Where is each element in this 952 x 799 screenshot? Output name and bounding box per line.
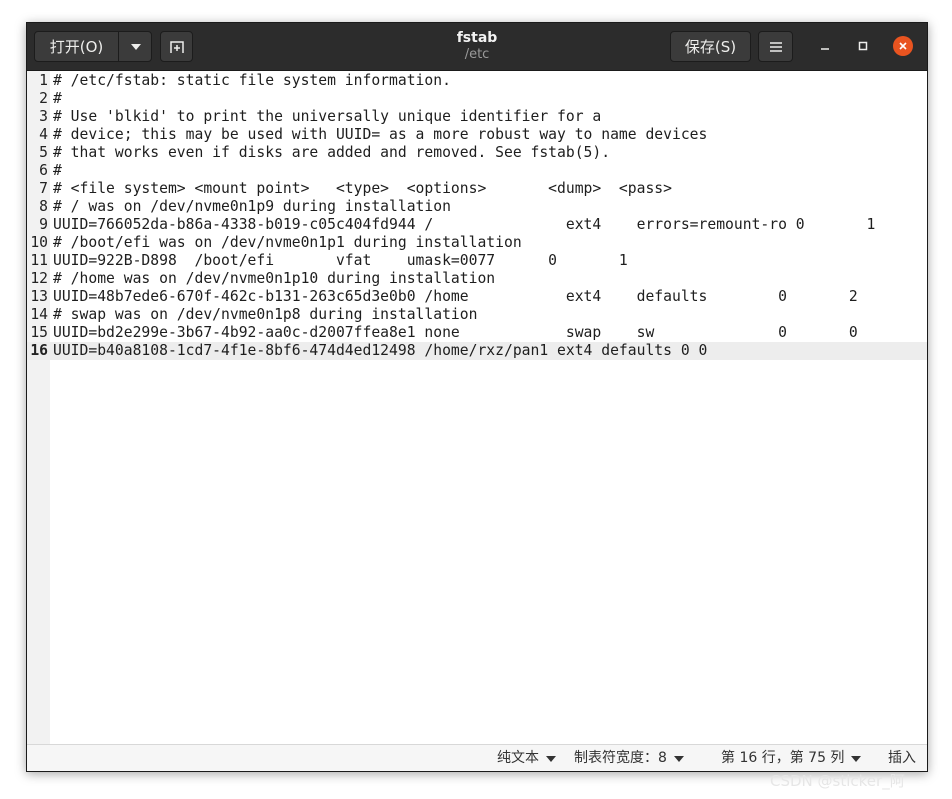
window-subtitle: /etc xyxy=(464,47,490,62)
editor-line[interactable]: 3 # Use 'blkid' to print the universally … xyxy=(27,108,927,126)
line-text: # / was on /dev/nvme0n1p9 during install… xyxy=(53,198,451,215)
line-number: 8 xyxy=(39,198,48,215)
tab-width-label: 制表符宽度：8 xyxy=(574,750,667,766)
line-text: # /boot/efi was on /dev/nvme0n1p1 during… xyxy=(53,234,522,251)
cursor-position-label: 第 16 行，第 75 列 xyxy=(721,750,845,766)
line-number: 14 xyxy=(30,306,48,323)
line-text: # <file system> <mount point> <type> <op… xyxy=(53,180,672,197)
close-button[interactable] xyxy=(893,36,913,56)
line-number: 5 xyxy=(39,144,48,161)
editor-line[interactable]: 5 # that works even if disks are added an… xyxy=(27,144,927,162)
line-number: 3 xyxy=(39,108,48,125)
window-title: fstab xyxy=(456,30,498,46)
editor-line[interactable]: 2 # xyxy=(27,90,927,108)
line-text: # that works even if disks are added and… xyxy=(53,144,611,161)
editor-line[interactable]: 15 UUID=bd2e299e-3b67-4b92-aa0c-d2007ffea… xyxy=(27,324,927,342)
chevron-down-icon xyxy=(130,43,141,50)
chevron-down-icon xyxy=(851,755,862,762)
line-text: UUID=b40a8108-1cd7-4f1e-8bf6-474d4ed1249… xyxy=(53,342,708,359)
maximize-icon xyxy=(858,41,868,51)
new-tab-icon xyxy=(169,40,184,53)
editor-line[interactable]: 4 # device; this may be used with UUID= a… xyxy=(27,126,927,144)
line-number: 15 xyxy=(30,324,48,341)
insert-mode-label: 插入 xyxy=(888,750,916,766)
editor-line[interactable]: 13 UUID=48b7ede6-670f-462c-b131-263c65d3e… xyxy=(27,288,927,306)
text-editor-area[interactable]: 1 # /etc/fstab: static file system inform… xyxy=(27,71,927,744)
line-number: 11 xyxy=(30,252,48,269)
editor-line[interactable]: 1 # /etc/fstab: static file system inform… xyxy=(27,72,927,90)
editor-line[interactable]: 7 # <file system> <mount point> <type> <o… xyxy=(27,180,927,198)
tab-width-selector[interactable]: 制表符宽度：8 xyxy=(574,745,684,771)
line-text: # /etc/fstab: static file system informa… xyxy=(53,72,451,89)
editor-line[interactable]: 12 # /home was on /dev/nvme0n1p10 during … xyxy=(27,270,927,288)
line-text: # xyxy=(53,90,62,107)
line-text: # /home was on /dev/nvme0n1p10 during in… xyxy=(53,270,496,287)
line-text: # device; this may be used with UUID= as… xyxy=(53,126,708,143)
line-text: UUID=922B-D898 /boot/efi vfat umask=0077… xyxy=(53,252,628,269)
line-number: 12 xyxy=(30,270,48,287)
open-button-group: 打开(O) xyxy=(34,31,152,62)
status-bar: 纯文本 制表符宽度：8 第 16 行，第 75 列 插入 xyxy=(27,744,927,771)
line-text: # Use 'blkid' to print the universally u… xyxy=(53,108,602,125)
hamburger-menu-icon xyxy=(769,41,782,52)
insert-mode-indicator[interactable]: 插入 xyxy=(888,745,916,771)
minimize-button[interactable] xyxy=(815,36,835,56)
header-bar: 打开(O) fstab /etc 保存(S) xyxy=(27,23,927,71)
line-number: 7 xyxy=(39,180,48,197)
editor-line[interactable]: 16 UUID=b40a8108-1cd7-4f1e-8bf6-474d4ed12… xyxy=(27,342,927,360)
cursor-position-selector[interactable]: 第 16 行，第 75 列 xyxy=(721,745,862,771)
editor-line[interactable]: 14 # swap was on /dev/nvme0n1p8 during in… xyxy=(27,306,927,324)
line-text: UUID=766052da-b86a-4338-b019-c05c404fd94… xyxy=(53,216,876,233)
open-dropdown-button[interactable] xyxy=(119,32,152,61)
line-number: 16 xyxy=(30,342,48,359)
editor-line[interactable]: 8 # / was on /dev/nvme0n1p9 during instal… xyxy=(27,198,927,216)
language-label: 纯文本 xyxy=(497,750,539,766)
chevron-down-icon xyxy=(673,755,684,762)
editor-line[interactable]: 6 # xyxy=(27,162,927,180)
editor-line[interactable]: 9 UUID=766052da-b86a-4338-b019-c05c404fd9… xyxy=(27,216,927,234)
save-button[interactable]: 保存(S) xyxy=(670,31,751,62)
line-number: 1 xyxy=(39,72,48,89)
line-text: # swap was on /dev/nvme0n1p8 during inst… xyxy=(53,306,478,323)
watermark: CSDN @sticker_阿 xyxy=(770,772,905,790)
line-number: 2 xyxy=(39,90,48,107)
line-text: UUID=48b7ede6-670f-462c-b131-263c65d3e0b… xyxy=(53,288,858,305)
chevron-down-icon xyxy=(546,755,556,762)
line-number: 10 xyxy=(30,234,48,251)
editor-line[interactable]: 11 UUID=922B-D898 /boot/efi vfat umask=00… xyxy=(27,252,927,270)
line-text: UUID=bd2e299e-3b67-4b92-aa0c-d2007ffea8e… xyxy=(53,324,858,341)
line-number: 4 xyxy=(39,126,48,143)
language-selector[interactable]: 纯文本 xyxy=(497,745,556,771)
text-editor-window: 打开(O) fstab /etc 保存(S) 1 # /etc/fstab: s… xyxy=(26,22,928,772)
line-number: 13 xyxy=(30,288,48,305)
line-number: 9 xyxy=(39,216,48,233)
menu-button[interactable] xyxy=(758,31,793,62)
line-number: 6 xyxy=(39,162,48,179)
maximize-button[interactable] xyxy=(853,36,873,56)
open-button[interactable]: 打开(O) xyxy=(35,32,119,61)
line-text: # xyxy=(53,162,62,179)
editor-line[interactable]: 10 # /boot/efi was on /dev/nvme0n1p1 duri… xyxy=(27,234,927,252)
close-icon xyxy=(899,42,907,50)
minimize-icon xyxy=(821,48,829,50)
new-document-button[interactable] xyxy=(160,31,193,62)
